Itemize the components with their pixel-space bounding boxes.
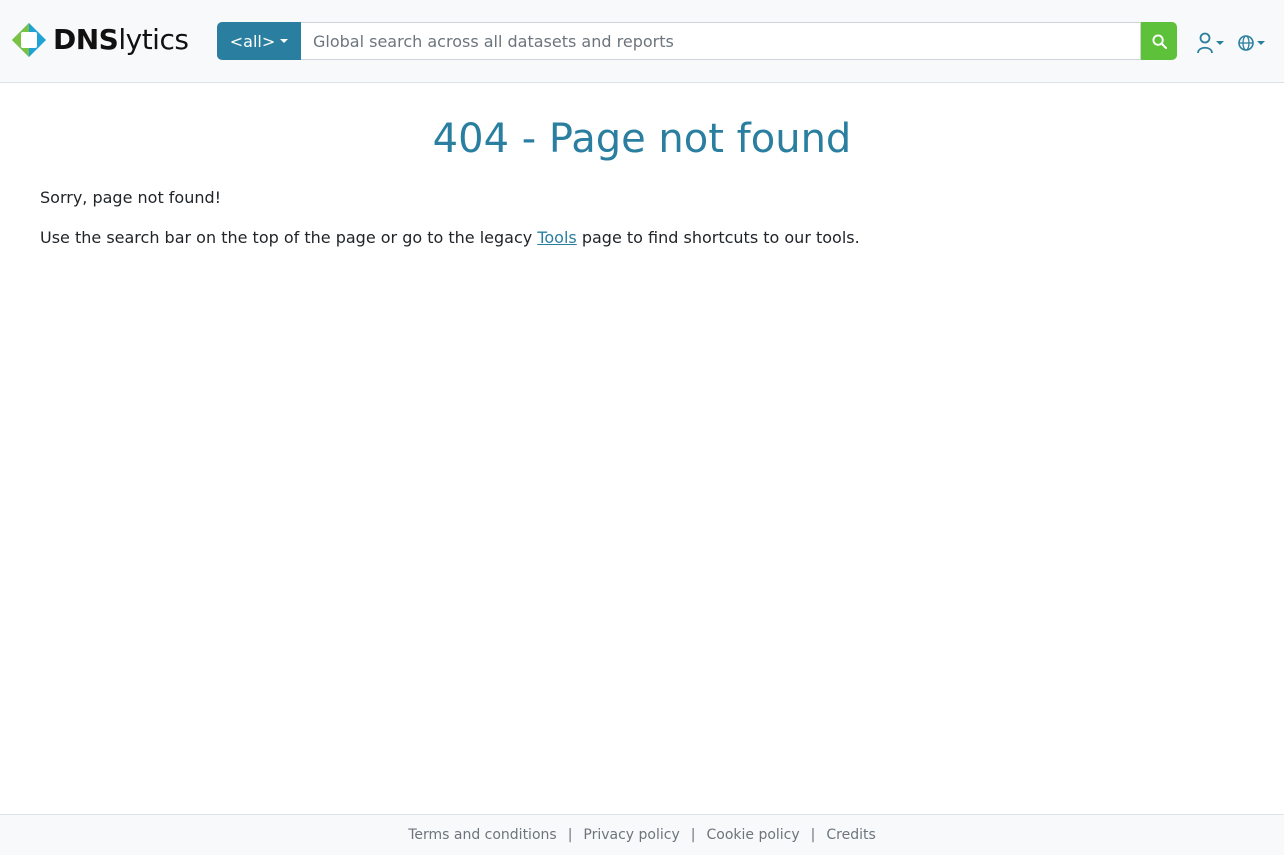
footer-separator: | (810, 827, 816, 843)
brand-name: DNSlytics (53, 22, 189, 58)
search-scope-label: <all> (229, 31, 276, 51)
footer-separator: | (690, 827, 696, 843)
search-input[interactable] (301, 22, 1141, 60)
footer-link-credits[interactable]: Credits (826, 827, 875, 843)
search-scope-dropdown[interactable]: <all> (217, 22, 301, 60)
footer: Terms and conditions | Privacy policy | … (0, 814, 1284, 855)
not-found-message: Sorry, page not found! (40, 188, 222, 207)
help-message: Use the search bar on the top of the pag… (40, 226, 860, 250)
tools-link[interactable]: Tools (537, 228, 576, 247)
chevron-down-icon (280, 39, 289, 43)
dnslytics-logo-icon (12, 23, 46, 57)
global-search: <all> (217, 22, 1177, 60)
chevron-down-icon (1257, 41, 1265, 45)
help-message-after: page to find shortcuts to our tools. (576, 228, 860, 247)
user-menu-dropdown[interactable] (1197, 30, 1224, 56)
page-title: 404 - Page not found (432, 116, 852, 162)
language-menu-dropdown[interactable] (1238, 30, 1265, 56)
footer-link-privacy[interactable]: Privacy policy (583, 827, 679, 843)
footer-separator: | (567, 827, 573, 843)
footer-link-cookie[interactable]: Cookie policy (706, 827, 799, 843)
help-message-before: Use the search bar on the top of the pag… (40, 228, 538, 247)
search-button[interactable] (1141, 22, 1177, 60)
search-icon (1151, 33, 1167, 49)
chevron-down-icon (1216, 41, 1224, 45)
top-navbar: DNSlytics <all> (0, 0, 1284, 83)
footer-link-terms[interactable]: Terms and conditions (408, 827, 557, 843)
user-icon (1197, 32, 1213, 54)
brand-logo-link[interactable]: DNSlytics (11, 22, 189, 58)
language-icon (1238, 35, 1254, 51)
brand-name-suffix: lytics (118, 23, 189, 56)
brand-name-prefix: DNS (53, 23, 119, 56)
